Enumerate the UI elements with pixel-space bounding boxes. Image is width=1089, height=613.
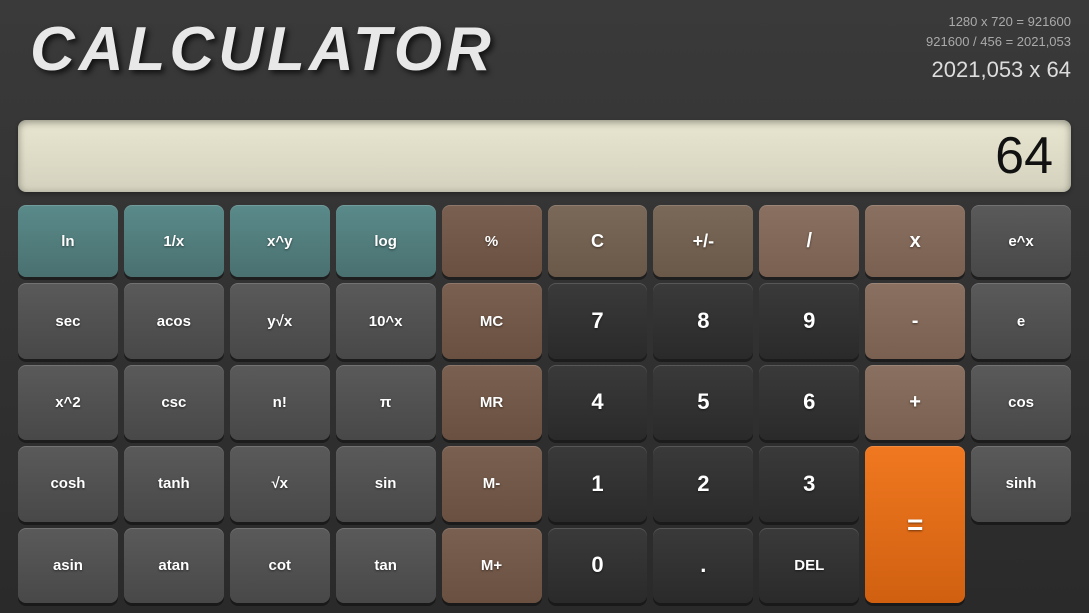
cosh-button[interactable]: cosh [18, 446, 118, 521]
sinh-button[interactable]: sinh [971, 446, 1071, 521]
digit-6-button[interactable]: 6 [759, 365, 859, 440]
csc-button[interactable]: csc [124, 365, 224, 440]
app: CALCULATOR 1280 x 720 = 921600 921600 / … [0, 0, 1089, 613]
digit-8-button[interactable]: 8 [653, 283, 753, 358]
sin-button[interactable]: sin [336, 446, 436, 521]
cot-button[interactable]: cot [230, 528, 330, 603]
sqrt-button[interactable]: √x [230, 446, 330, 521]
log-button[interactable]: log [336, 205, 436, 277]
y-root-x-button[interactable]: y√x [230, 283, 330, 358]
display-value: 64 [995, 126, 1053, 186]
tanh-button[interactable]: tanh [124, 446, 224, 521]
app-title: CALCULATOR [30, 14, 495, 85]
display-area: 64 [18, 120, 1071, 192]
acos-button[interactable]: acos [124, 283, 224, 358]
digit-2-button[interactable]: 2 [653, 446, 753, 521]
inv-x-button[interactable]: 1/x [124, 205, 224, 277]
ln-button[interactable]: ln [18, 205, 118, 277]
sec-button[interactable]: sec [18, 283, 118, 358]
x-squared-button[interactable]: x^2 [18, 365, 118, 440]
decimal-button[interactable]: . [653, 528, 753, 603]
asin-button[interactable]: asin [18, 528, 118, 603]
percent-button[interactable]: % [442, 205, 542, 277]
button-grid: ln1/xx^ylog%C+/-/xe^x secacosy√x10^xMC789… [18, 205, 1071, 603]
atan-button[interactable]: atan [124, 528, 224, 603]
e-pow-x-button[interactable]: e^x [971, 205, 1071, 277]
delete-button[interactable]: DEL [759, 528, 859, 603]
digit-0-button[interactable]: 0 [548, 528, 648, 603]
pi-button[interactable]: π [336, 365, 436, 440]
m-minus-button[interactable]: M- [442, 446, 542, 521]
x-pow-y-button[interactable]: x^y [230, 205, 330, 277]
clear-button[interactable]: C [548, 205, 648, 277]
equals-button[interactable]: = [865, 446, 965, 603]
history-area: 1280 x 720 = 921600 921600 / 456 = 2021,… [926, 12, 1071, 86]
divide-button[interactable]: / [759, 205, 859, 277]
history-line2: 921600 / 456 = 2021,053 [926, 32, 1071, 52]
digit-5-button[interactable]: 5 [653, 365, 753, 440]
digit-1-button[interactable]: 1 [548, 446, 648, 521]
10-pow-x-button[interactable]: 10^x [336, 283, 436, 358]
subtract-button[interactable]: - [865, 283, 965, 358]
cos-button[interactable]: cos [971, 365, 1071, 440]
current-expression: 2021,053 x 64 [926, 53, 1071, 86]
digit-9-button[interactable]: 9 [759, 283, 859, 358]
digit-3-button[interactable]: 3 [759, 446, 859, 521]
buttons-area: ln1/xx^ylog%C+/-/xe^x secacosy√x10^xMC789… [18, 205, 1071, 603]
mc-button[interactable]: MC [442, 283, 542, 358]
mr-button[interactable]: MR [442, 365, 542, 440]
history-line1: 1280 x 720 = 921600 [926, 12, 1071, 32]
tan-button[interactable]: tan [336, 528, 436, 603]
plus-minus-button[interactable]: +/- [653, 205, 753, 277]
factorial-button[interactable]: n! [230, 365, 330, 440]
multiply-button[interactable]: x [865, 205, 965, 277]
add-button[interactable]: + [865, 365, 965, 440]
digit-4-button[interactable]: 4 [548, 365, 648, 440]
e-const-button[interactable]: e [971, 283, 1071, 358]
m-plus-button[interactable]: M+ [442, 528, 542, 603]
digit-7-button[interactable]: 7 [548, 283, 648, 358]
